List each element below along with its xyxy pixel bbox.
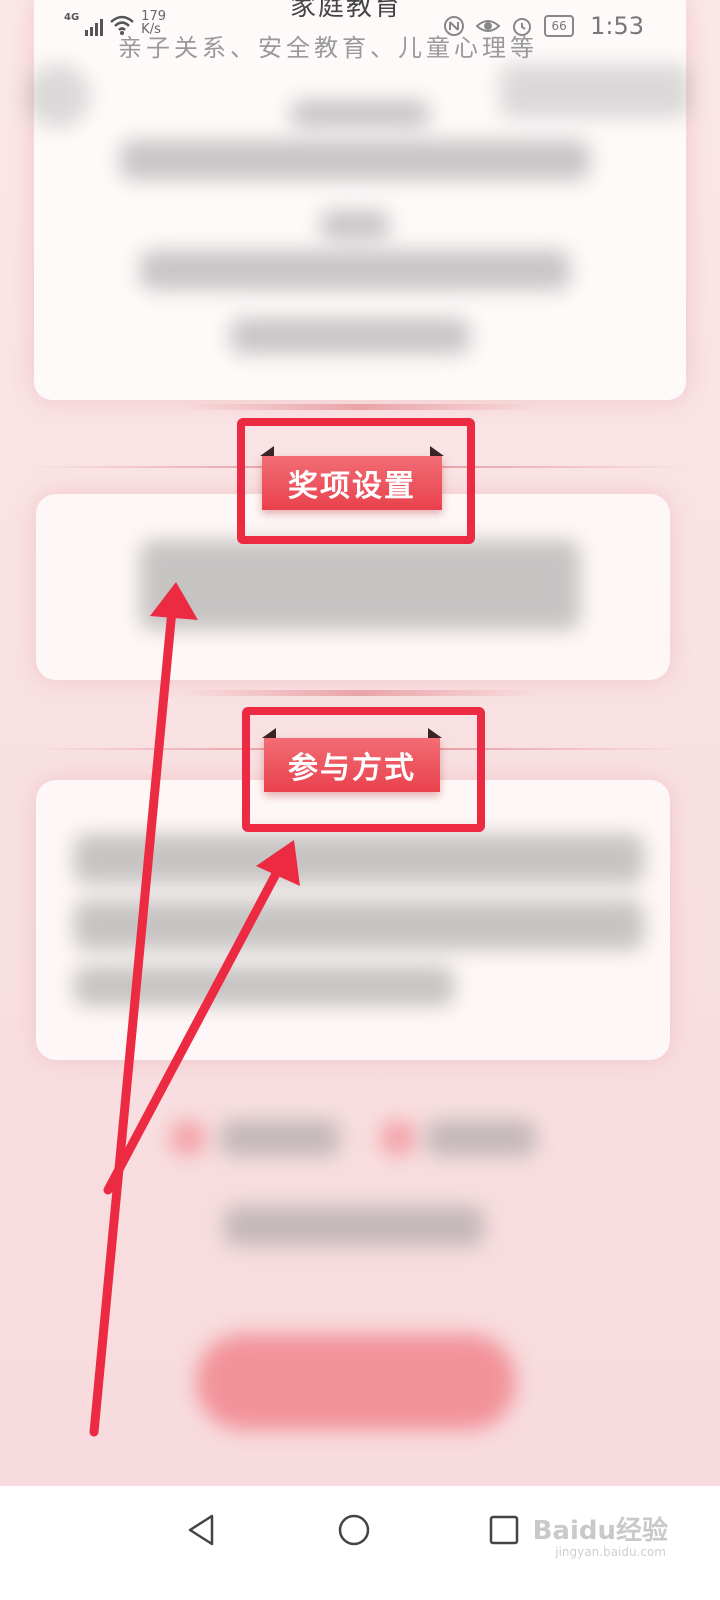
option-label-blur [220, 1120, 340, 1156]
recents-icon[interactable] [482, 1508, 526, 1552]
section-divider [180, 690, 540, 696]
awards-content-blur [140, 540, 580, 630]
page: 4G 179 K/s 66 1:53 家庭教育 亲子关系、安全教育、儿童心理等 … [0, 0, 720, 1600]
participation-content-blur [74, 834, 644, 884]
baidu-watermark-url: jingyan.baidu.com [555, 1545, 666, 1559]
participation-content-blur [74, 966, 454, 1006]
page-title: 家庭教育 [290, 0, 403, 22]
participation-content-blur [74, 900, 644, 950]
battery-level: 66 [551, 19, 567, 33]
section-divider [180, 404, 540, 410]
intro-text-blur [230, 318, 470, 354]
intro-text-blur [290, 100, 430, 128]
option-radio-blur[interactable] [380, 1120, 416, 1156]
baidu-watermark: Baidu经验 [532, 1516, 668, 1546]
back-icon[interactable] [180, 1508, 224, 1552]
network-type: 4G [64, 12, 80, 23]
avatar-blur[interactable] [26, 64, 90, 128]
info-text-blur [224, 1206, 484, 1246]
participation-highlight-box [242, 707, 485, 832]
intro-text-blur [320, 210, 390, 240]
option-label-blur [426, 1120, 536, 1156]
share-blur[interactable] [500, 64, 690, 118]
clock: 1:53 [590, 12, 644, 40]
submit-button[interactable] [196, 1334, 516, 1430]
awards-highlight-box [237, 418, 475, 544]
battery-icon: 66 [544, 15, 575, 37]
home-icon[interactable] [332, 1508, 376, 1552]
intro-text-blur [120, 140, 590, 180]
intro-text-blur [140, 250, 570, 290]
option-radio-blur[interactable] [170, 1120, 206, 1156]
signal-icon [85, 18, 104, 36]
page-subtitle: 亲子关系、安全教育、儿童心理等 [118, 34, 538, 62]
